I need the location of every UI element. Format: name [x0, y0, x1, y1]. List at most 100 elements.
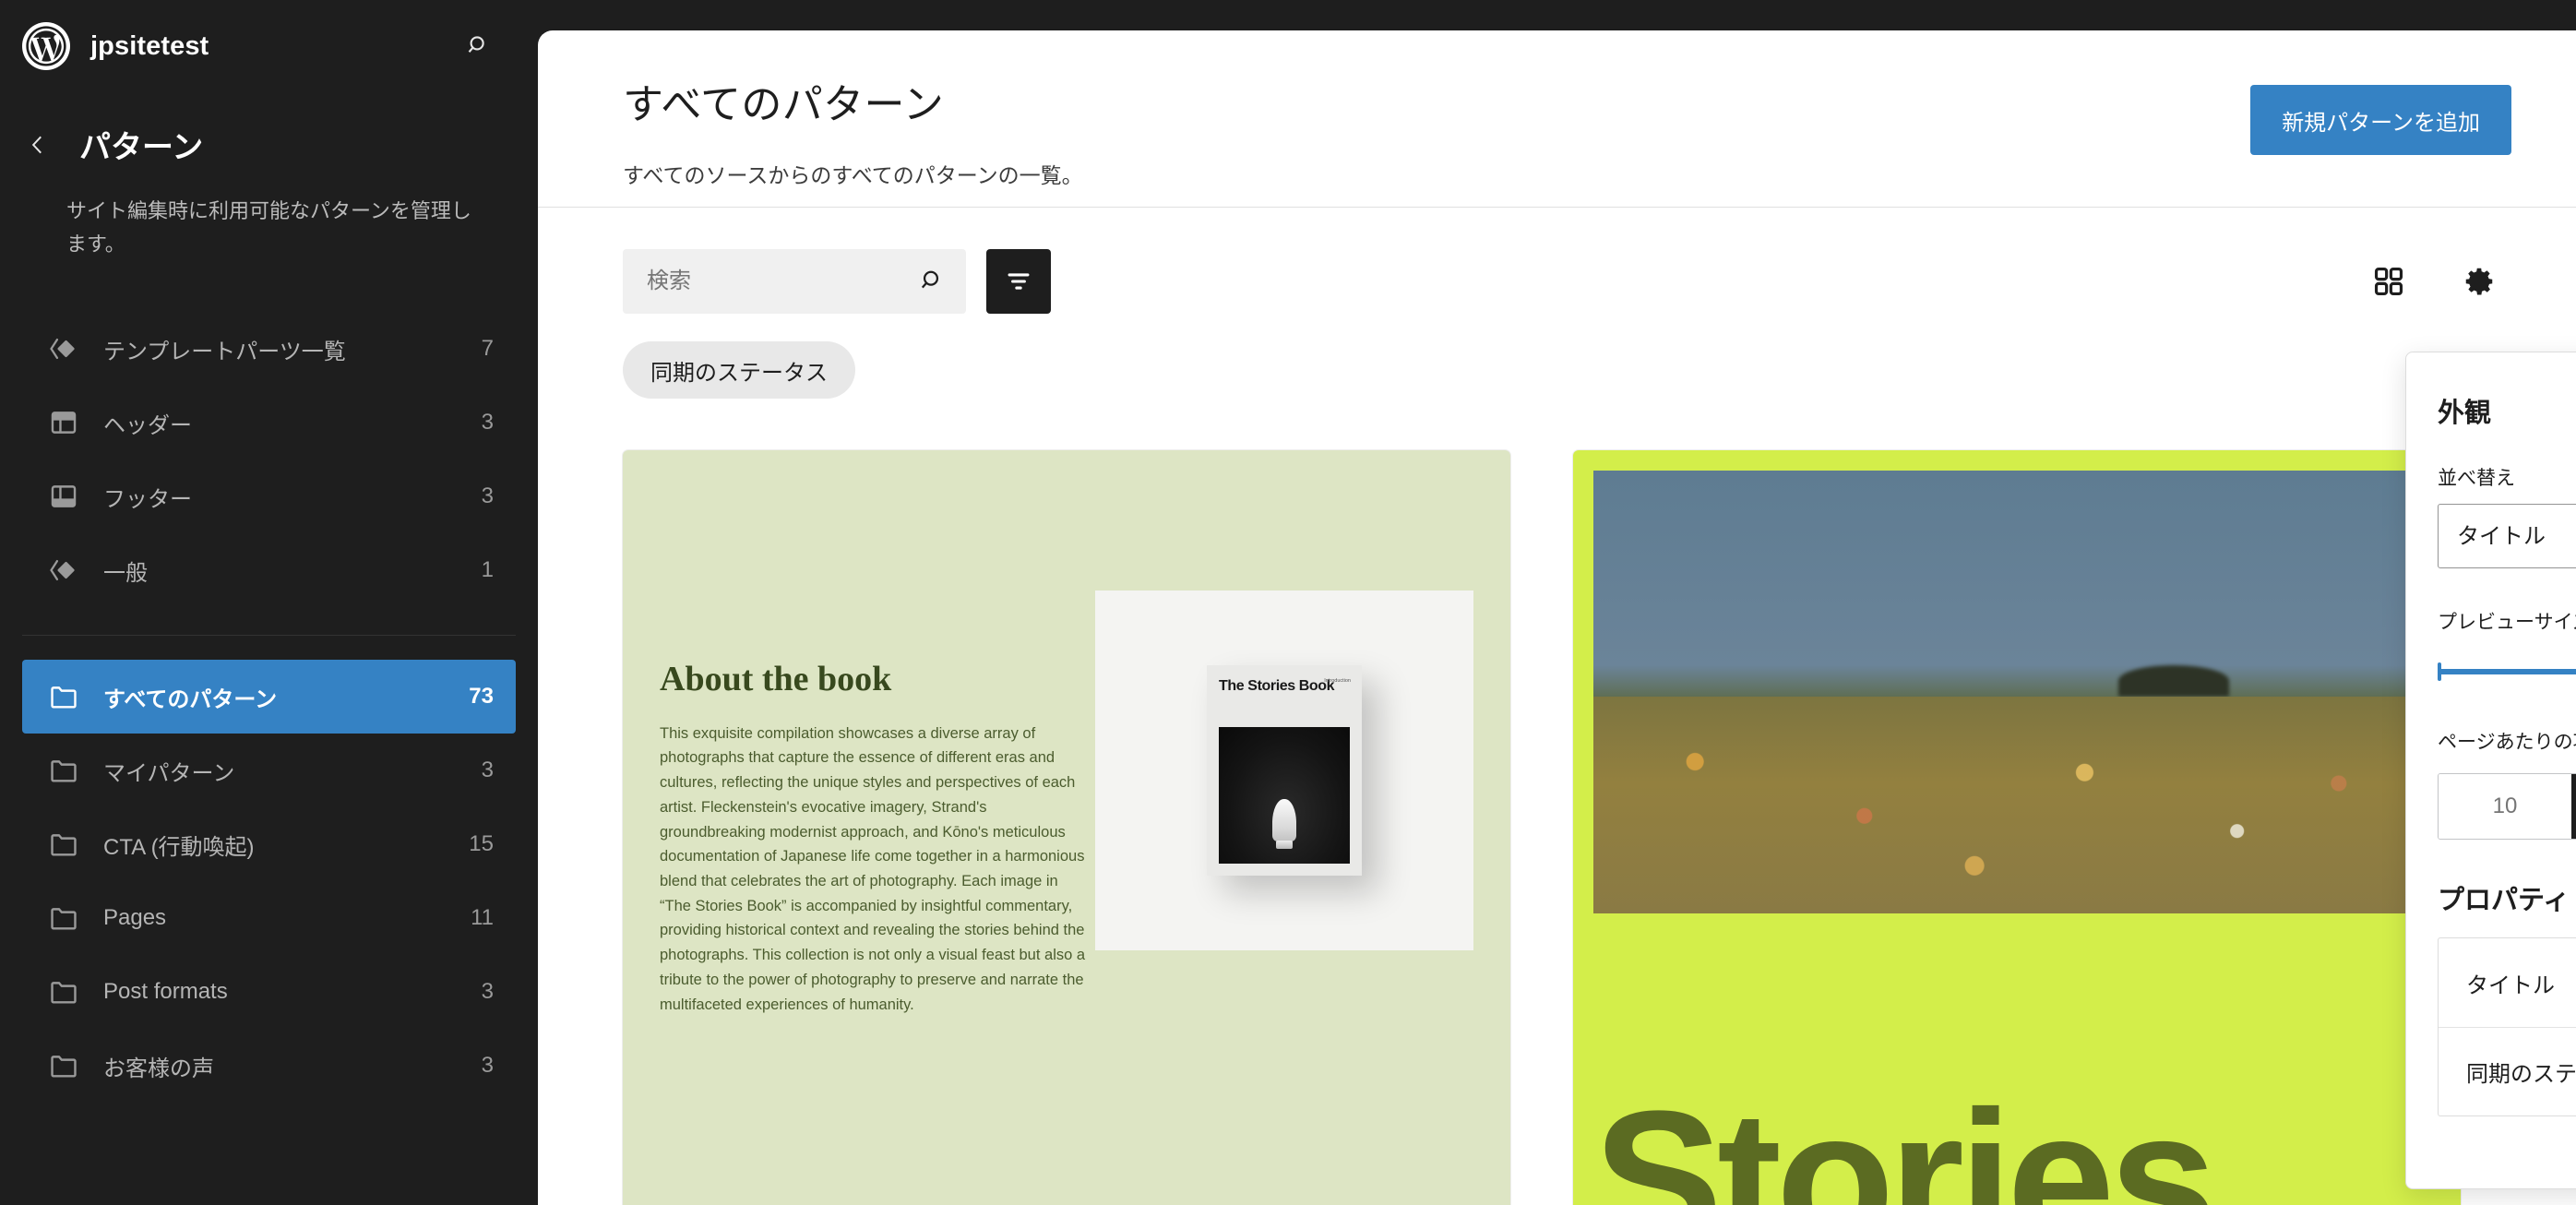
sidebar-item-my-patterns[interactable]: マイパターン 3 — [22, 734, 516, 807]
bust-sculpture-shape — [1272, 799, 1296, 842]
main-canvas: すべてのパターン すべてのソースからのすべてのパターンの一覧。 新規パターンを追… — [538, 30, 2576, 1205]
sidebar-item-footers[interactable]: フッター 3 — [22, 459, 516, 533]
sidebar-nav-description: サイト編集時に利用可能なパターンを管理します。 — [66, 199, 471, 256]
grid-view-icon — [2374, 267, 2403, 296]
sidebar-item-testimonials[interactable]: お客様の声 3 — [22, 1029, 516, 1103]
properties-heading: プロパティ — [2438, 886, 2570, 915]
slider-rail — [2438, 669, 2576, 674]
sidebar-item-all-patterns[interactable]: すべてのパターン 73 — [22, 660, 516, 734]
folder-icon — [44, 902, 83, 934]
book-cover-photo — [1219, 727, 1350, 864]
sidebar-item-count: 1 — [481, 557, 494, 583]
sort-select[interactable]: タイトル — [2438, 504, 2576, 568]
appearance-heading: 外観 — [2438, 399, 2492, 428]
template-part-icon — [44, 555, 83, 586]
page-subtitle: すべてのソースからのすべてのパターンの一覧。 — [623, 163, 1083, 187]
footer-layout-icon — [44, 481, 83, 512]
per-page-option-10[interactable]: 10 — [2439, 774, 2571, 839]
wordpress-logo-icon[interactable] — [22, 22, 70, 70]
properties-list: タイトル 同期のステータス — [2438, 937, 2576, 1116]
sidebar-item-cta[interactable]: CTA (行動喚起) 15 — [22, 807, 516, 881]
sidebar-item-template-parts[interactable]: テンプレートパーツ一覧 7 — [22, 312, 516, 386]
book-cover: The Stories Book Introduction — [1207, 665, 1362, 876]
sidebar-item-general[interactable]: 一般 1 — [22, 533, 516, 607]
sidebar-group-template-parts: テンプレートパーツ一覧 7 ヘッダー 3 フッター 3 一般 1 — [0, 312, 538, 607]
sidebar-search-button[interactable] — [457, 24, 501, 68]
page-title: すべてのパターン — [623, 82, 945, 127]
filter-lines-icon — [1008, 273, 1030, 290]
folder-icon — [44, 976, 83, 1008]
pattern-card-stories-hero[interactable]: Stories — [1573, 450, 2461, 1205]
pattern-heading: About the book — [660, 659, 892, 698]
preview-size-slider[interactable] — [2438, 655, 2576, 688]
sidebar-group-pattern-categories: すべてのパターン 73 マイパターン 3 CTA (行動喚起) 15 Pages… — [0, 660, 538, 1103]
search-input[interactable] — [623, 249, 966, 314]
sidebar-item-label: フッター — [103, 486, 192, 512]
settings-button[interactable] — [2447, 249, 2511, 314]
book-photo-frame: The Stories Book Introduction — [1095, 591, 1473, 950]
sidebar-item-label: Post formats — [103, 979, 228, 1005]
sidebar-item-count: 73 — [469, 684, 494, 710]
pattern-card-text: About the book This exquisite compilatio… — [660, 659, 1093, 1018]
properties-group: プロパティ タイトル 同期のステータス — [2438, 878, 2576, 1116]
preview-size-label: プレビューサイズ — [2438, 612, 2576, 633]
view-settings-popover: 外観 並べ替え タイトル 順序 — [2405, 352, 2576, 1189]
header-layout-icon — [44, 407, 83, 438]
pattern-card-about-the-book[interactable]: About the book This exquisite compilatio… — [623, 450, 1510, 1205]
sidebar-item-count: 11 — [471, 905, 494, 931]
site-title: jpsitetest — [90, 30, 209, 61]
sidebar-item-label: お客様の声 — [103, 1056, 214, 1081]
sidebar-nav-header: パターン サイト編集時に利用可能なパターンを管理します。 — [0, 92, 538, 260]
view-controls — [2356, 249, 2511, 314]
sidebar-site-header: jpsitetest — [0, 0, 538, 92]
pattern-wordmark: Stories — [1593, 1069, 2217, 1205]
meadow-photo — [1593, 471, 2440, 913]
sidebar-nav-title: パターン — [79, 130, 204, 165]
sync-status-filter-chip[interactable]: 同期のステータス — [623, 341, 855, 399]
per-page-group: ページあたりの項目数 10 20 50 100 — [2438, 727, 2576, 840]
sidebar-item-label: Pages — [103, 905, 167, 931]
sidebar: jpsitetest パターン サイト編集時に利用可能なパターンを管理します。 — [0, 0, 538, 1205]
per-page-label: ページあたりの項目数 — [2438, 732, 2576, 753]
sidebar-item-pages[interactable]: Pages 11 — [22, 881, 516, 955]
folder-icon — [44, 829, 83, 860]
per-page-option-20[interactable]: 20 — [2571, 774, 2576, 839]
sidebar-nav-groups: テンプレートパーツ一覧 7 ヘッダー 3 フッター 3 一般 1 すべてのパター… — [0, 312, 538, 1103]
search-icon — [468, 36, 484, 53]
meadow-flowers-shape — [1593, 696, 2440, 913]
sidebar-item-headers[interactable]: ヘッダー 3 — [22, 386, 516, 459]
sidebar-divider — [22, 635, 516, 637]
book-kicker: Introduction — [1324, 678, 1351, 684]
property-item-title[interactable]: タイトル — [2439, 938, 2576, 1027]
sort-field-group: 並べ替え タイトル — [2438, 463, 2576, 568]
sort-and-order-row: 並べ替え タイトル 順序 — [2438, 463, 2576, 568]
search-field-wrapper — [623, 249, 966, 314]
pattern-body: This exquisite compilation showcases a d… — [660, 724, 1086, 1013]
sidebar-item-count: 3 — [481, 410, 494, 435]
filter-button[interactable] — [986, 249, 1051, 314]
sidebar-item-count: 15 — [469, 831, 494, 857]
grid-view-button[interactable] — [2356, 249, 2421, 314]
per-page-segmented-control: 10 20 50 100 — [2438, 773, 2576, 840]
folder-icon — [44, 681, 83, 712]
sidebar-item-count: 3 — [481, 1053, 494, 1079]
toolbar: 同期のステータス — [538, 208, 2576, 399]
page-header: すべてのパターン すべてのソースからのすべてのパターンの一覧。 新規パターンを追… — [538, 30, 2576, 208]
sidebar-item-label: テンプレートパーツ一覧 — [103, 339, 346, 364]
pattern-grid: About the book This exquisite compilatio… — [623, 450, 2523, 1205]
chevron-left-icon — [31, 136, 42, 153]
sidebar-item-count: 3 — [481, 758, 494, 783]
sidebar-item-label: 一般 — [103, 560, 148, 586]
sidebar-item-label: マイパターン — [103, 760, 235, 786]
gear-icon — [2465, 268, 2493, 295]
folder-icon — [44, 755, 83, 786]
property-item-sync-status[interactable]: 同期のステータス — [2439, 1027, 2576, 1116]
sidebar-item-count: 3 — [481, 979, 494, 1005]
treeline-shape — [2118, 665, 2230, 698]
add-pattern-button[interactable]: 新規パターンを追加 — [2250, 85, 2511, 155]
sidebar-item-count: 3 — [481, 483, 494, 509]
back-button[interactable] — [22, 129, 54, 161]
folder-icon — [44, 1050, 83, 1081]
sidebar-item-label: すべてのパターン — [103, 686, 278, 712]
sidebar-item-post-formats[interactable]: Post formats 3 — [22, 955, 516, 1029]
